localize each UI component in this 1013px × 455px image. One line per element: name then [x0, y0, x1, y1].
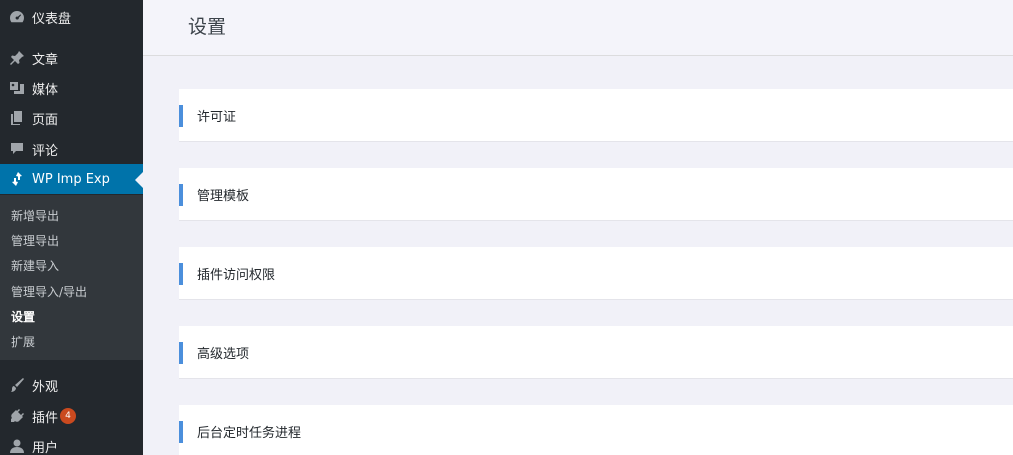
menu-label: 评论 — [32, 143, 59, 159]
menu-users[interactable]: 用户 — [0, 431, 143, 455]
menu-label: 用户 — [32, 440, 59, 455]
submenu-settings[interactable]: 设置 — [11, 308, 35, 325]
panel-accent-bar — [179, 184, 183, 206]
menu-label: 外观 — [32, 379, 59, 395]
panel-license[interactable]: 许可证 — [179, 89, 1013, 142]
panel-title: 后台定时任务进程 — [197, 426, 302, 441]
panel-title: 高级选项 — [197, 347, 250, 362]
comment-icon — [9, 141, 25, 157]
submenu-extensions[interactable]: 扩展 — [11, 333, 35, 350]
panel-plugin-access[interactable]: 插件访问权限 — [179, 247, 1013, 300]
panel-accent-bar — [179, 105, 183, 127]
update-count-badge: 4 — [60, 408, 77, 424]
menu-label: WP Imp Exp — [32, 171, 110, 187]
pin-icon — [9, 50, 25, 66]
panel-cron-process[interactable]: 后台定时任务进程 — [179, 405, 1013, 455]
panel-advanced-options[interactable]: 高级选项 — [179, 326, 1013, 379]
plugin-icon — [9, 408, 25, 424]
menu-plugins[interactable]: 插件 4 — [0, 401, 143, 431]
user-icon — [9, 438, 25, 454]
menu-media[interactable]: 媒体 — [0, 73, 143, 103]
media-icon — [9, 80, 25, 96]
page-title: 设置 — [188, 16, 227, 38]
panel-accent-bar — [179, 263, 183, 285]
page-header: 设置 — [143, 0, 1013, 56]
wp-imp-exp-submenu: 新增导出 管理导出 新建导入 管理导入/导出 设置 扩展 — [0, 195, 143, 360]
submenu-manage-exports[interactable]: 管理导出 — [11, 232, 59, 249]
menu-posts[interactable]: 文章 — [0, 43, 143, 73]
import-export-icon — [9, 171, 25, 187]
pages-icon — [9, 110, 25, 126]
admin-sidebar: 仪表盘 文章 媒体 页面 评论 WP Imp Exp 外观 插件 4 用户 新增… — [0, 0, 143, 455]
panel-manage-templates[interactable]: 管理模板 — [179, 168, 1013, 221]
submenu-new-export[interactable]: 新增导出 — [11, 207, 59, 224]
panel-title: 管理模板 — [197, 189, 250, 204]
brush-icon — [9, 377, 25, 393]
menu-dashboard[interactable]: 仪表盘 — [0, 2, 143, 32]
panel-accent-bar — [179, 342, 183, 364]
submenu-manage-import-export[interactable]: 管理导入/导出 — [11, 283, 87, 300]
menu-comments[interactable]: 评论 — [0, 134, 143, 164]
menu-label: 媒体 — [32, 82, 59, 98]
menu-label: 插件 — [32, 410, 59, 426]
panel-title: 插件访问权限 — [197, 268, 276, 283]
dashboard-icon — [9, 9, 25, 25]
menu-wp-imp-exp[interactable]: WP Imp Exp — [0, 164, 143, 194]
menu-pages[interactable]: 页面 — [0, 103, 143, 133]
menu-appearance[interactable]: 外观 — [0, 370, 143, 400]
submenu-new-import[interactable]: 新建导入 — [11, 257, 59, 274]
menu-label: 文章 — [32, 52, 59, 68]
panel-title: 许可证 — [197, 110, 237, 125]
panel-accent-bar — [179, 421, 183, 443]
menu-label: 仪表盘 — [32, 11, 72, 27]
menu-label: 页面 — [32, 112, 59, 128]
